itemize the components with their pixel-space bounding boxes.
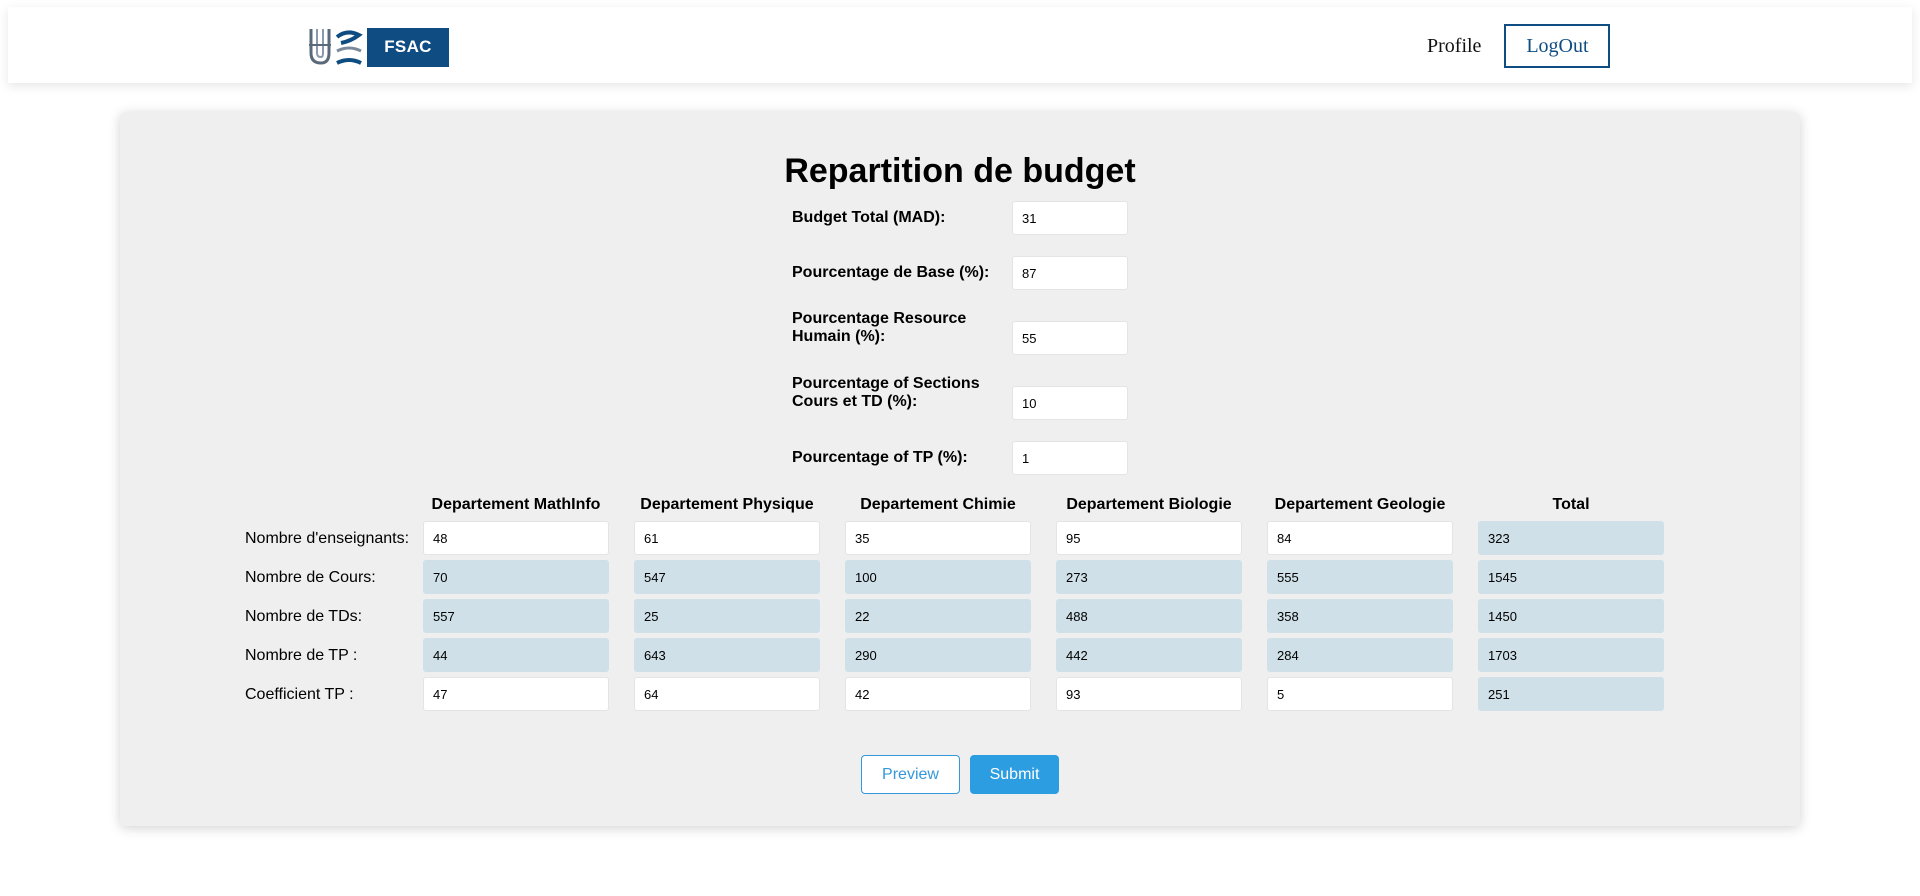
coefficient-physique-input[interactable] — [634, 677, 820, 711]
tp-physique-field — [634, 638, 820, 672]
cours-mathinfo-field — [423, 560, 609, 594]
pourcentage-tp-label: Pourcentage of TP (%): — [792, 449, 968, 466]
budget-total-label: Budget Total (MAD): — [792, 209, 946, 226]
university-logo[interactable]: FSAC — [307, 27, 467, 67]
submit-button[interactable]: Submit — [970, 755, 1059, 794]
column-header-biologie: Departement Biologie — [1066, 496, 1232, 513]
pourcentage-tp-input[interactable] — [1012, 441, 1128, 475]
enseignants-biologie-input[interactable] — [1056, 521, 1242, 555]
page-title: Repartition de budget — [784, 152, 1136, 190]
cours-chimie-field — [845, 560, 1031, 594]
enseignants-geologie-input[interactable] — [1267, 521, 1453, 555]
tp-chimie-field — [845, 638, 1031, 672]
tp-geologie-field — [1267, 638, 1453, 672]
profile-link[interactable]: Profile — [1415, 35, 1493, 58]
tds-geologie-field — [1267, 599, 1453, 633]
row-label-tp: Nombre de TP : — [245, 647, 358, 664]
tds-chimie-field — [845, 599, 1031, 633]
cours-total-field — [1478, 560, 1664, 594]
pourcentage-rh-label: Pourcentage Resource Humain (%): — [792, 310, 967, 345]
fsac-logo-text: FSAC — [367, 27, 449, 67]
top-navbar: FSAC Profile LogOut — [8, 7, 1912, 83]
tp-total-field — [1478, 638, 1664, 672]
uh2-logo-icon — [309, 29, 363, 65]
coefficient-total-field — [1478, 677, 1664, 711]
enseignants-physique-input[interactable] — [634, 521, 820, 555]
enseignants-total-field — [1478, 521, 1664, 555]
cours-biologie-field — [1056, 560, 1242, 594]
coefficient-biologie-input[interactable] — [1056, 677, 1242, 711]
nav-actions: Profile LogOut — [1415, 24, 1611, 68]
row-label-enseignants: Nombre d'enseignants: — [245, 530, 410, 547]
enseignants-mathinfo-input[interactable] — [423, 521, 609, 555]
tds-mathinfo-field — [423, 599, 609, 633]
coefficient-chimie-input[interactable] — [845, 677, 1031, 711]
tds-total-field — [1478, 599, 1664, 633]
tp-mathinfo-field — [423, 638, 609, 672]
row-label-coefficient-tp: Coefficient TP : — [245, 686, 354, 703]
column-header-chimie: Departement Chimie — [860, 496, 1016, 513]
coefficient-geologie-input[interactable] — [1267, 677, 1453, 711]
logout-button[interactable]: LogOut — [1504, 24, 1611, 68]
column-header-mathinfo: Departement MathInfo — [431, 496, 601, 513]
row-label-tds: Nombre de TDs: — [245, 608, 363, 625]
enseignants-chimie-input[interactable] — [845, 521, 1031, 555]
tp-biologie-field — [1056, 638, 1242, 672]
coefficient-mathinfo-input[interactable] — [423, 677, 609, 711]
cours-physique-field — [634, 560, 820, 594]
row-label-cours: Nombre de Cours: — [245, 569, 376, 586]
column-header-total: Total — [1552, 496, 1590, 513]
pourcentage-base-input[interactable] — [1012, 256, 1128, 290]
column-header-physique: Departement Physique — [640, 496, 814, 513]
pourcentage-rh-input[interactable] — [1012, 321, 1128, 355]
pourcentage-base-label: Pourcentage de Base (%): — [792, 264, 990, 281]
cours-geologie-field — [1267, 560, 1453, 594]
tds-biologie-field — [1056, 599, 1242, 633]
budget-form-card: Repartition de budget Budget Total (MAD)… — [120, 112, 1800, 826]
pourcentage-sections-label: Pourcentage of Sections Cours et TD (%): — [792, 375, 980, 410]
preview-button[interactable]: Preview — [861, 755, 960, 794]
column-header-geologie: Departement Geologie — [1274, 496, 1446, 513]
budget-total-input[interactable] — [1012, 201, 1128, 235]
tds-physique-field — [634, 599, 820, 633]
pourcentage-sections-input[interactable] — [1012, 386, 1128, 420]
